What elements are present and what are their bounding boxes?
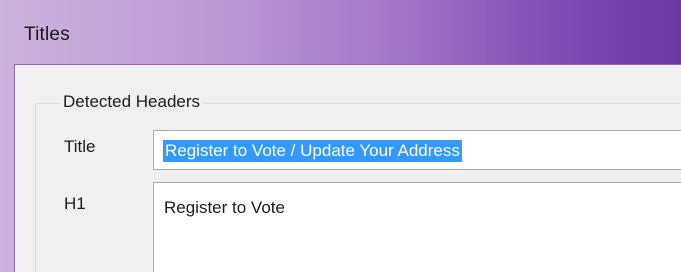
- title-bar[interactable]: Titles: [0, 0, 681, 64]
- h1-textarea[interactable]: Register to Vote: [153, 182, 681, 272]
- h1-textarea-text: Register to Vote: [164, 198, 285, 217]
- title-field-label: Title: [64, 137, 96, 156]
- groupbox-label: Detected Headers: [60, 92, 204, 112]
- window-title: Titles: [24, 24, 70, 45]
- titles-window: Titles Detected Headers Title Register t…: [0, 0, 681, 272]
- title-input-selected-text: Register to Vote / Update Your Address: [163, 140, 462, 162]
- h1-field-label: H1: [64, 194, 86, 213]
- title-input[interactable]: Register to Vote / Update Your Address: [153, 130, 681, 170]
